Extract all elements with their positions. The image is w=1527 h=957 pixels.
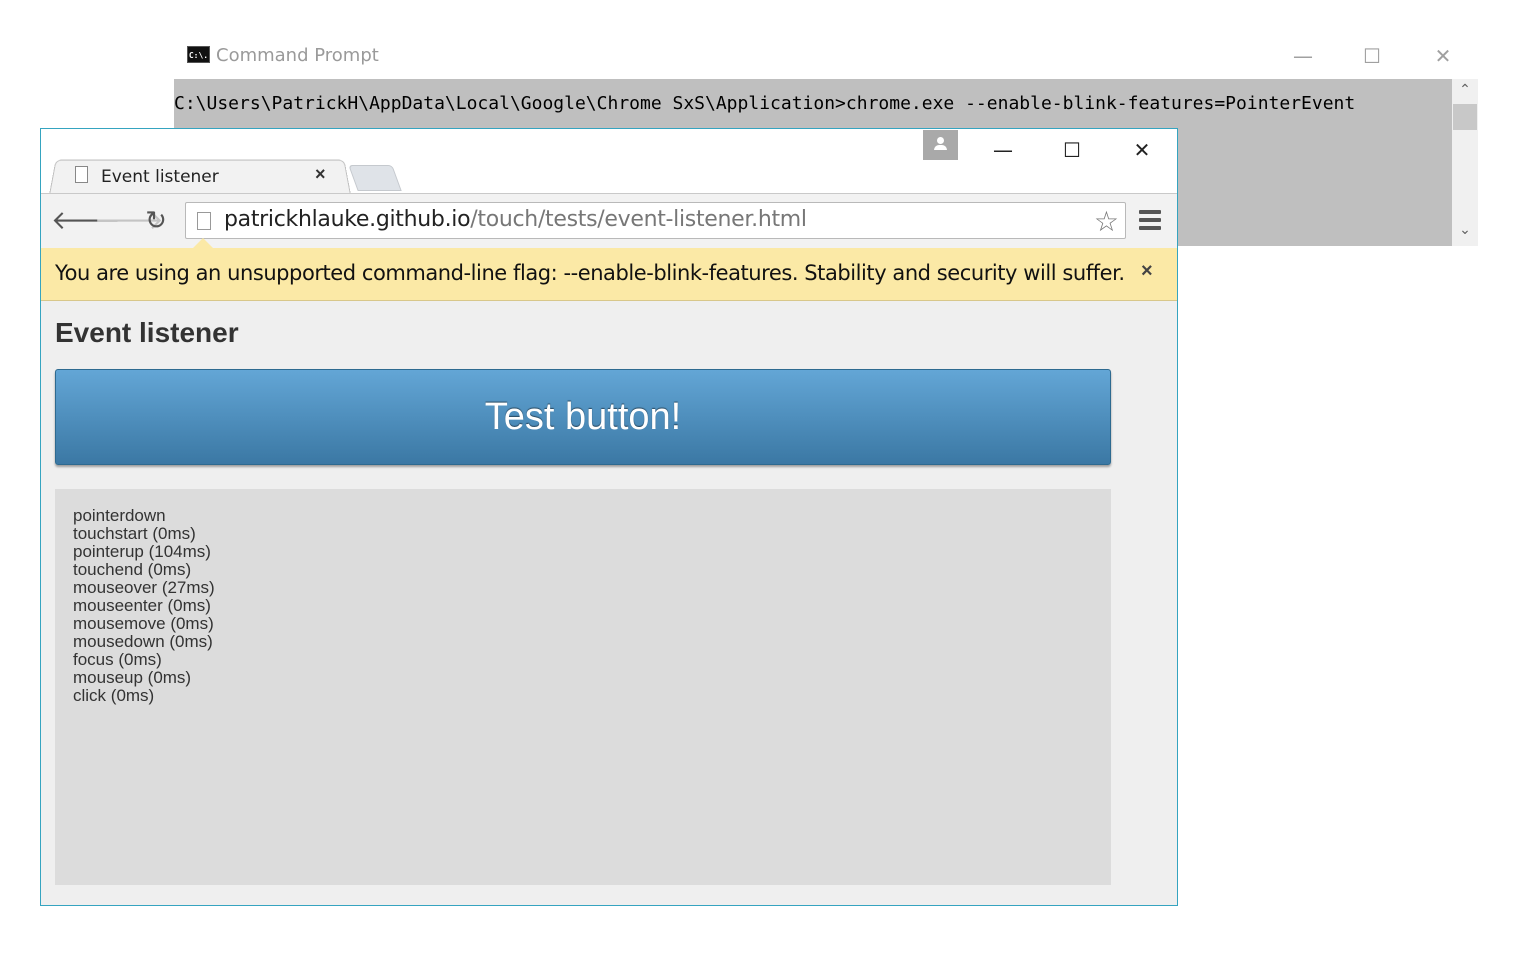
infobar-close-icon[interactable]: ×	[1141, 260, 1153, 283]
browser-window: — ☐ ✕ Event listener × 🡐 🡒 ↻ patrickhlau…	[40, 128, 1178, 906]
cmd-titlebar[interactable]: C:\. Command Prompt — ☐ ✕	[174, 38, 1478, 79]
log-line: mouseup (0ms)	[73, 668, 192, 687]
reload-icon[interactable]: ↻	[138, 204, 174, 238]
cmd-command-line: C:\Users\PatrickH\AppData\Local\Google\C…	[174, 93, 1356, 114]
log-line: touchend (0ms)	[73, 560, 192, 579]
test-button[interactable]: Test button!	[55, 369, 1111, 465]
cmd-maximize-button[interactable]: ☐	[1337, 38, 1407, 74]
page-title: Event listener	[55, 317, 239, 348]
cmd-title: Command Prompt	[216, 45, 379, 66]
minimize-button[interactable]: —	[975, 135, 1031, 165]
log-line: focus (0ms)	[73, 650, 162, 669]
cmd-close-button[interactable]: ✕	[1408, 38, 1478, 74]
url-host: patrickhlauke.github.io	[224, 207, 471, 232]
log-line: click (0ms)	[73, 686, 155, 705]
event-log: pointerdown touchstart (0ms) pointerup (…	[55, 489, 1111, 885]
new-tab-button[interactable]	[348, 165, 402, 191]
close-button[interactable]: ✕	[1114, 135, 1170, 165]
address-bar[interactable]: patrickhlauke.github.io/touch/tests/even…	[185, 202, 1126, 239]
tab-close-icon[interactable]: ×	[315, 164, 326, 185]
back-icon[interactable]: 🡐	[51, 204, 121, 238]
page-icon	[75, 166, 88, 183]
log-line: mousedown (0ms)	[73, 632, 213, 651]
log-line: pointerdown	[73, 506, 166, 525]
log-line: mousemove (0ms)	[73, 614, 214, 633]
scroll-down-icon[interactable]: ⌄	[1452, 221, 1478, 238]
warning-infobar: You are using an unsupported command-lin…	[41, 248, 1177, 301]
cmd-minimize-button[interactable]: —	[1268, 38, 1338, 74]
avatar-icon	[937, 137, 944, 144]
log-line: touchstart (0ms)	[73, 524, 196, 543]
browser-titlebar[interactable]: — ☐ ✕ Event listener ×	[41, 129, 1177, 195]
url-path: /touch/tests/event-listener.html	[470, 207, 807, 232]
bookmark-star-icon[interactable]: ☆	[1094, 205, 1119, 238]
scroll-up-icon[interactable]: ⌃	[1452, 81, 1478, 98]
scroll-thumb[interactable]	[1453, 104, 1477, 130]
menu-icon[interactable]	[1139, 210, 1161, 232]
tab-title: Event listener	[101, 167, 219, 187]
url-text[interactable]: patrickhlauke.github.io/touch/tests/even…	[224, 207, 807, 232]
cmd-scrollbar[interactable]: ⌃ ⌄	[1452, 79, 1478, 246]
cmd-icon: C:\.	[187, 46, 210, 63]
infobar-pointer	[193, 238, 213, 248]
profile-button[interactable]	[923, 130, 958, 160]
log-line: mouseenter (0ms)	[73, 596, 211, 615]
page-icon	[197, 212, 211, 230]
page-content: Event listener Test button! pointerdown …	[41, 301, 1177, 905]
log-line: pointerup (104ms)	[73, 542, 211, 561]
tab-content[interactable]: Event listener ×	[71, 161, 336, 191]
forward-icon[interactable]: 🡒	[94, 204, 164, 238]
maximize-button[interactable]: ☐	[1044, 135, 1100, 165]
log-line: mouseover (27ms)	[73, 578, 215, 597]
infobar-text: You are using an unsupported command-lin…	[55, 261, 1125, 285]
